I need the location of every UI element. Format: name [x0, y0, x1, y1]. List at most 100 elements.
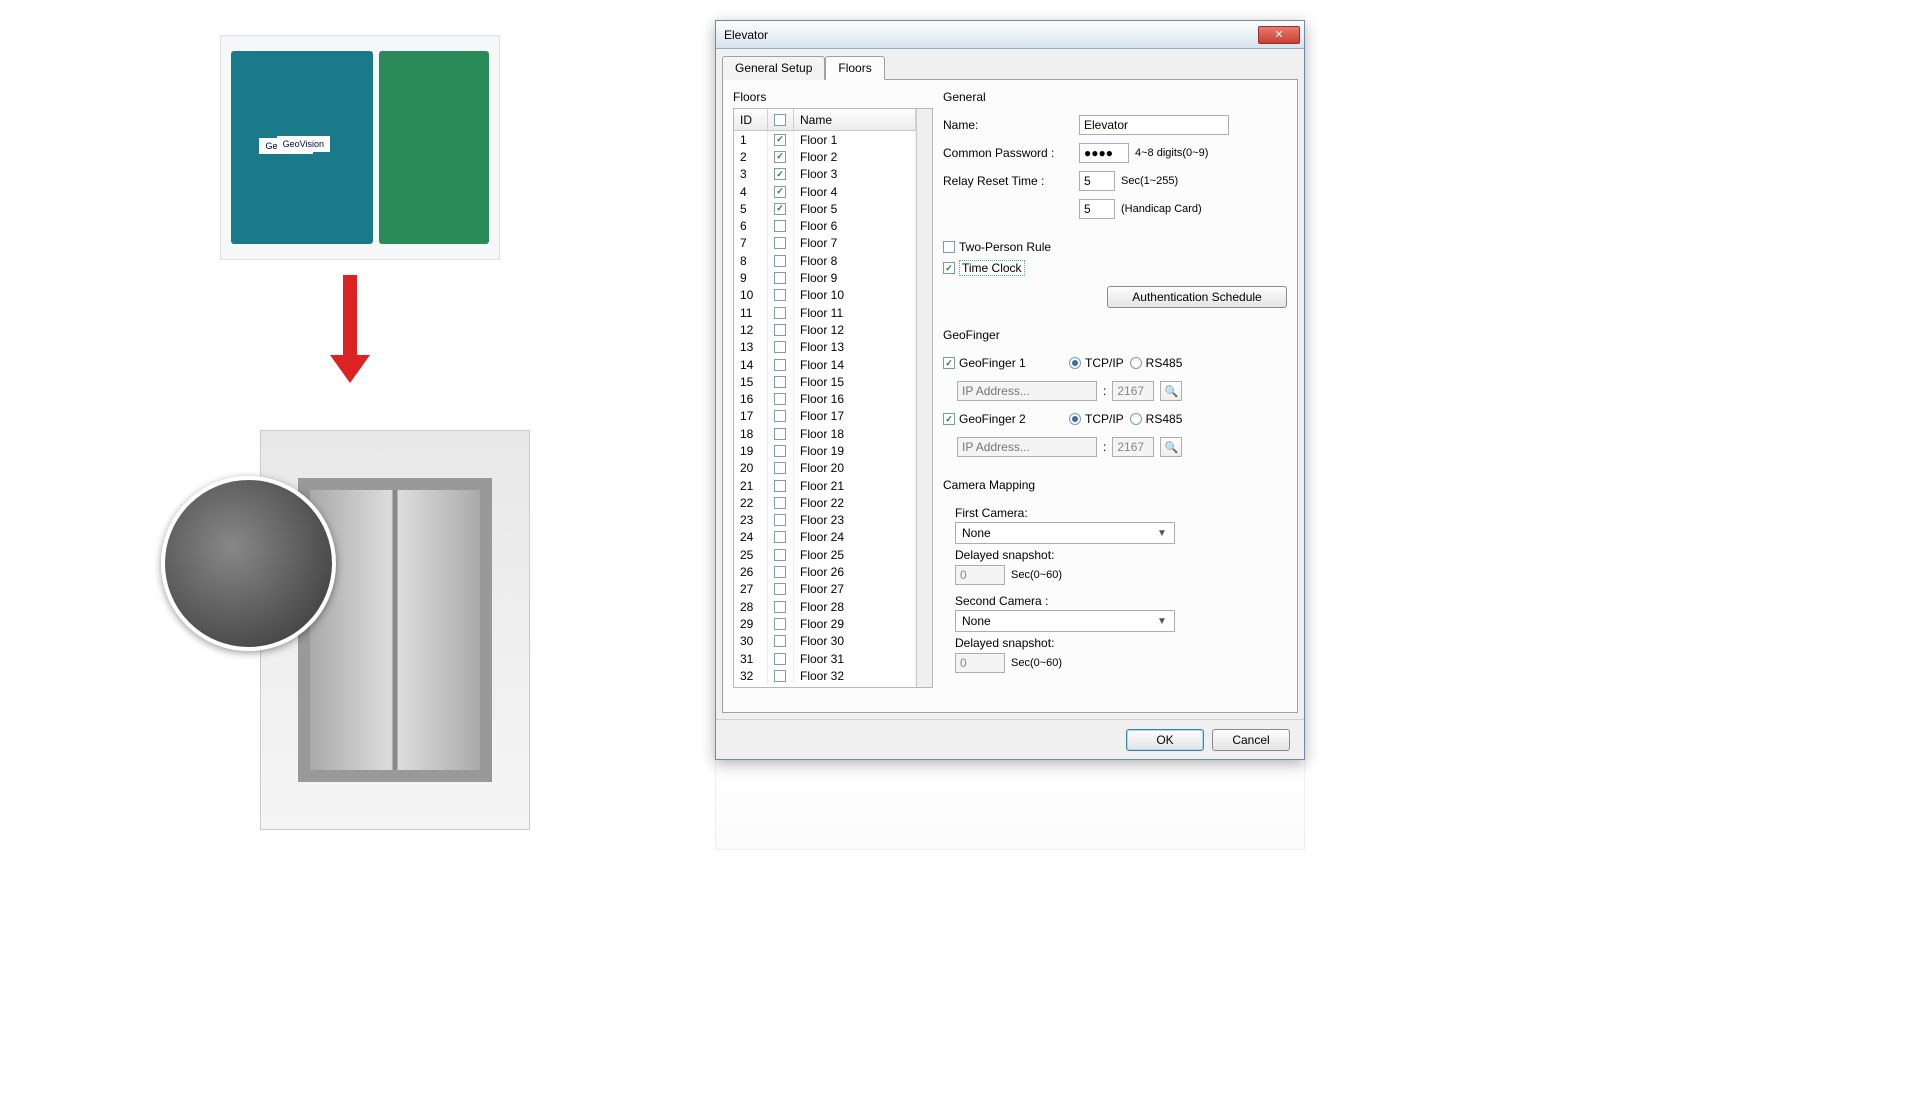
floor-row-name[interactable]: Floor 5 — [794, 200, 916, 217]
floor-row-name[interactable]: Floor 25 — [794, 546, 916, 563]
second-camera-dropdown[interactable]: None ▼ — [955, 610, 1175, 632]
floor-row-checkbox[interactable] — [768, 494, 794, 511]
floor-row-checkbox[interactable] — [768, 269, 794, 286]
floor-row-name[interactable]: Floor 32 — [794, 667, 916, 684]
floor-row-id[interactable]: 17 — [734, 408, 768, 425]
floor-row-name[interactable]: Floor 8 — [794, 252, 916, 269]
floor-row-name[interactable]: Floor 1 — [794, 131, 916, 148]
geofinger1-checkbox[interactable]: ✓ GeoFinger 1 — [943, 356, 1063, 370]
floors-header-id[interactable]: ID — [734, 109, 768, 131]
floor-row-name[interactable]: Floor 20 — [794, 460, 916, 477]
floor-row-id[interactable]: 28 — [734, 598, 768, 615]
floor-row-name[interactable]: Floor 11 — [794, 304, 916, 321]
geofinger1-tcpip-radio[interactable]: TCP/IP — [1069, 356, 1124, 370]
floor-row-id[interactable]: 3 — [734, 166, 768, 183]
floor-row-id[interactable]: 26 — [734, 563, 768, 580]
floor-row-id[interactable]: 12 — [734, 321, 768, 338]
floor-row-checkbox[interactable] — [768, 373, 794, 390]
floor-row-id[interactable]: 13 — [734, 339, 768, 356]
floor-row-checkbox[interactable] — [768, 477, 794, 494]
floor-row-checkbox[interactable] — [768, 252, 794, 269]
floor-row-checkbox[interactable] — [768, 390, 794, 407]
geofinger2-port-input[interactable] — [1112, 437, 1154, 457]
floor-row-checkbox[interactable] — [768, 667, 794, 684]
floor-row-id[interactable]: 10 — [734, 287, 768, 304]
handicap-input[interactable] — [1079, 199, 1115, 219]
floor-row-name[interactable]: Floor 13 — [794, 339, 916, 356]
floor-row-name[interactable]: Floor 15 — [794, 373, 916, 390]
ok-button[interactable]: OK — [1126, 729, 1204, 751]
floor-row-id[interactable]: 16 — [734, 390, 768, 407]
floor-row-id[interactable]: 21 — [734, 477, 768, 494]
floor-row-name[interactable]: Floor 23 — [794, 512, 916, 529]
geofinger1-rs485-radio[interactable]: RS485 — [1130, 356, 1183, 370]
floor-row-id[interactable]: 30 — [734, 633, 768, 650]
floor-row-name[interactable]: Floor 28 — [794, 598, 916, 615]
delay2-input[interactable] — [955, 653, 1005, 673]
auth-schedule-button[interactable]: Authentication Schedule — [1107, 286, 1287, 308]
floor-row-checkbox[interactable] — [768, 615, 794, 632]
floor-row-checkbox[interactable]: ✓ — [768, 166, 794, 183]
floor-row-id[interactable]: 19 — [734, 442, 768, 459]
floor-row-name[interactable]: Floor 30 — [794, 633, 916, 650]
floor-row-checkbox[interactable] — [768, 339, 794, 356]
floor-row-name[interactable]: Floor 21 — [794, 477, 916, 494]
floor-row-id[interactable]: 11 — [734, 304, 768, 321]
floor-row-id[interactable]: 6 — [734, 217, 768, 234]
floor-row-id[interactable]: 15 — [734, 373, 768, 390]
name-input[interactable] — [1079, 115, 1229, 135]
tab-floors[interactable]: Floors — [825, 56, 884, 80]
geofinger2-tcpip-radio[interactable]: TCP/IP — [1069, 412, 1124, 426]
floor-row-name[interactable]: Floor 2 — [794, 148, 916, 165]
floor-row-name[interactable]: Floor 9 — [794, 269, 916, 286]
floor-row-checkbox[interactable] — [768, 425, 794, 442]
two-person-checkbox[interactable]: Two-Person Rule — [943, 240, 1287, 254]
floor-row-checkbox[interactable]: ✓ — [768, 148, 794, 165]
time-clock-checkbox[interactable]: ✓ Time Clock — [943, 260, 1287, 276]
floor-row-id[interactable]: 24 — [734, 529, 768, 546]
floor-row-name[interactable]: Floor 24 — [794, 529, 916, 546]
geofinger2-rs485-radio[interactable]: RS485 — [1130, 412, 1183, 426]
floor-row-name[interactable]: Floor 18 — [794, 425, 916, 442]
password-input[interactable] — [1079, 143, 1129, 163]
floor-row-id[interactable]: 32 — [734, 667, 768, 684]
floor-row-name[interactable]: Floor 31 — [794, 650, 916, 667]
delay1-input[interactable] — [955, 565, 1005, 585]
floor-row-id[interactable]: 23 — [734, 512, 768, 529]
floor-row-id[interactable]: 22 — [734, 494, 768, 511]
floor-row-checkbox[interactable] — [768, 650, 794, 667]
floor-row-name[interactable]: Floor 27 — [794, 581, 916, 598]
floor-row-checkbox[interactable] — [768, 408, 794, 425]
floor-row-id[interactable]: 7 — [734, 235, 768, 252]
floor-row-checkbox[interactable]: ✓ — [768, 131, 794, 148]
floor-row-name[interactable]: Floor 14 — [794, 356, 916, 373]
floor-row-name[interactable]: Floor 16 — [794, 390, 916, 407]
geofinger1-browse-button[interactable]: 🔍 — [1160, 381, 1182, 401]
floor-row-checkbox[interactable] — [768, 546, 794, 563]
first-camera-dropdown[interactable]: None ▼ — [955, 522, 1175, 544]
floor-row-name[interactable]: Floor 4 — [794, 183, 916, 200]
floor-row-id[interactable]: 5 — [734, 200, 768, 217]
floor-row-checkbox[interactable] — [768, 460, 794, 477]
floor-row-checkbox[interactable] — [768, 287, 794, 304]
floor-row-checkbox[interactable] — [768, 563, 794, 580]
floor-row-checkbox[interactable] — [768, 512, 794, 529]
floor-row-id[interactable]: 9 — [734, 269, 768, 286]
floor-row-checkbox[interactable] — [768, 356, 794, 373]
floor-row-name[interactable]: Floor 12 — [794, 321, 916, 338]
geofinger1-ip-input[interactable] — [957, 381, 1097, 401]
floor-row-checkbox[interactable] — [768, 581, 794, 598]
floor-row-id[interactable]: 8 — [734, 252, 768, 269]
floor-row-name[interactable]: Floor 3 — [794, 166, 916, 183]
floor-row-checkbox[interactable] — [768, 235, 794, 252]
floor-row-name[interactable]: Floor 10 — [794, 287, 916, 304]
tab-general-setup[interactable]: General Setup — [722, 56, 825, 80]
floor-row-id[interactable]: 4 — [734, 183, 768, 200]
floor-row-checkbox[interactable] — [768, 304, 794, 321]
geofinger1-port-input[interactable] — [1112, 381, 1154, 401]
floors-header-check-all[interactable] — [768, 109, 794, 131]
floor-row-id[interactable]: 25 — [734, 546, 768, 563]
floor-row-name[interactable]: Floor 22 — [794, 494, 916, 511]
floor-row-name[interactable]: Floor 17 — [794, 408, 916, 425]
floors-scrollbar[interactable] — [916, 109, 932, 687]
